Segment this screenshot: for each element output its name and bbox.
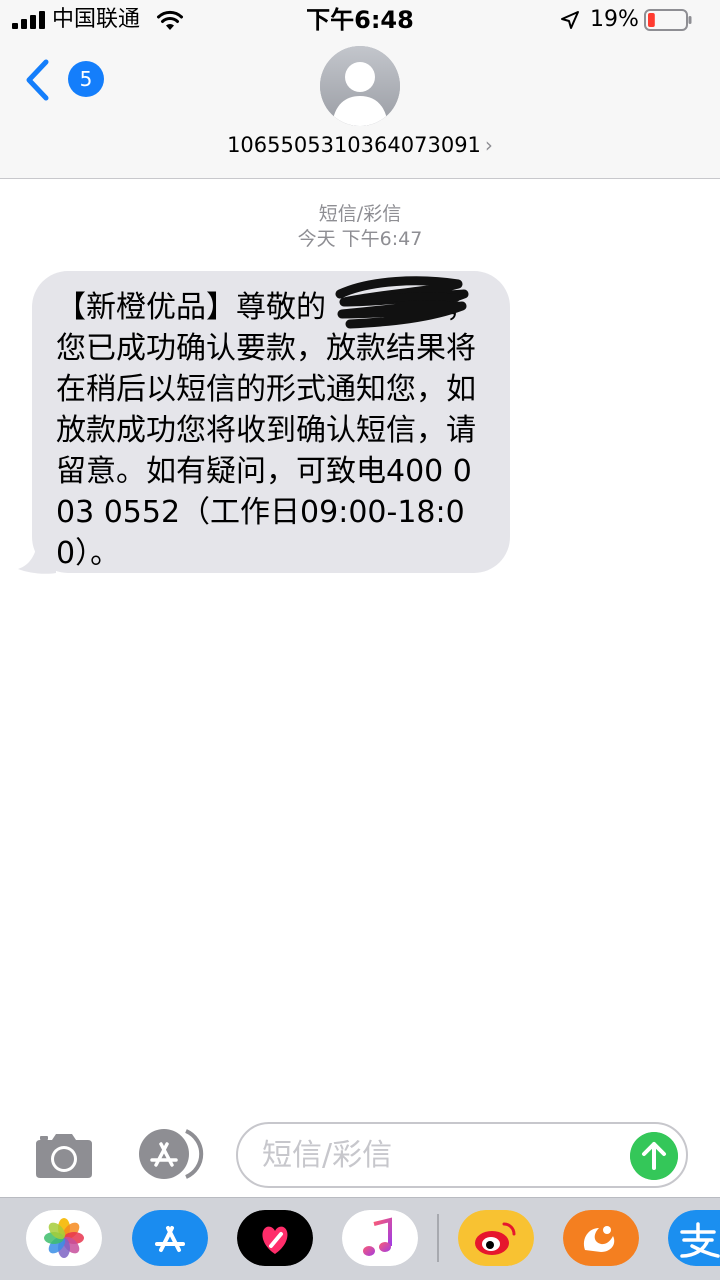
music-icon[interactable] xyxy=(342,1210,418,1266)
back-button[interactable]: 5 xyxy=(18,54,104,104)
contact-number-text: 1065505310364073091 xyxy=(227,133,481,157)
conversation-header: 5 1065505310364073091 › xyxy=(0,40,720,179)
send-arrow-icon[interactable] xyxy=(630,1132,678,1180)
imessage-app-drawer xyxy=(0,1197,720,1280)
app-store-icon[interactable] xyxy=(132,1210,208,1266)
digital-touch-icon[interactable] xyxy=(237,1210,313,1266)
compose-bar xyxy=(0,1115,720,1197)
contact-avatar-icon[interactable] xyxy=(320,46,400,126)
person-silhouette-icon xyxy=(320,46,400,126)
back-chevron-icon xyxy=(26,59,49,101)
message-timestamp: 今天 下午6:47 xyxy=(297,228,423,250)
status-bar: 中国联通 下午6:48 19% xyxy=(0,0,720,40)
weibo-icon[interactable] xyxy=(458,1210,534,1266)
message-input[interactable] xyxy=(236,1122,688,1188)
redaction-scribble xyxy=(335,276,469,329)
contact-number[interactable]: 1065505310364073091 › xyxy=(0,130,720,160)
location-arrow-icon xyxy=(561,11,579,29)
battery-percent: 19% xyxy=(590,7,639,32)
alipay-icon[interactable] xyxy=(668,1210,720,1266)
unread-count-badge: 5 xyxy=(68,61,104,97)
photos-icon[interactable] xyxy=(26,1210,102,1266)
chevron-right-icon: › xyxy=(484,133,493,157)
camera-icon[interactable] xyxy=(32,1130,96,1180)
message-type-label: 短信/彩信 xyxy=(318,203,402,225)
app-store-icon[interactable] xyxy=(134,1127,204,1181)
message-text: 【新橙优品】尊敬的 ，您已成功确认要款，放款结果将在稍后以短信的形式通知您，如放… xyxy=(56,290,476,571)
uc-browser-icon[interactable] xyxy=(563,1210,639,1266)
drawer-divider xyxy=(437,1214,439,1262)
battery-icon xyxy=(644,9,692,31)
